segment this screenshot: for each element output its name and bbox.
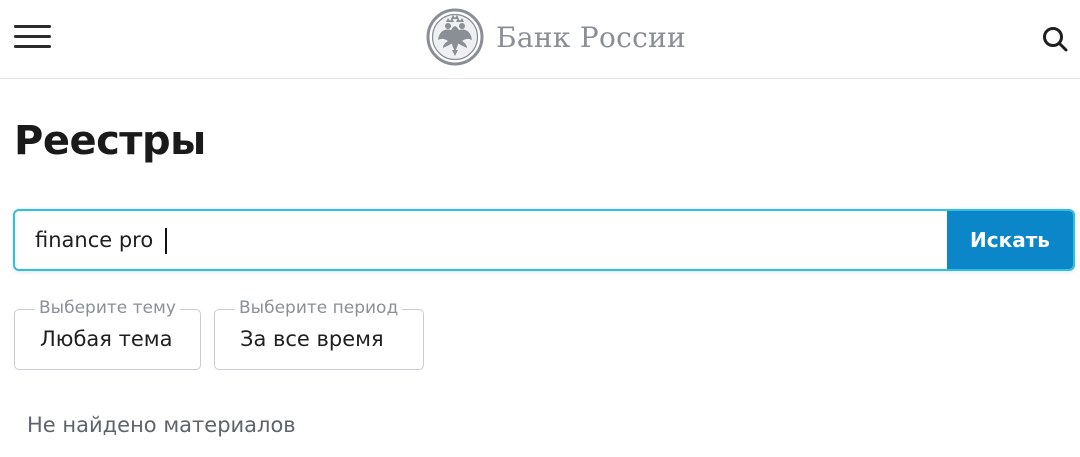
text-caret [165,228,167,254]
search-input[interactable] [15,211,949,269]
double-headed-eagle-emblem-icon [426,8,484,66]
search-submit-button[interactable]: Искать [947,211,1073,269]
topic-select[interactable]: Выберите тему Любая тема [14,298,201,370]
period-select[interactable]: Выберите период За все время [214,298,424,370]
bank-logo[interactable]: Банк России [426,7,686,67]
search-bar: Искать [13,209,1075,271]
hamburger-menu-icon[interactable] [12,22,54,52]
page-title: Реестры [14,118,206,164]
topic-select-value: Любая тема [40,327,173,351]
search-icon[interactable] [1040,24,1070,54]
period-select-label: Выберите период [235,298,403,318]
logo-text: Банк России [496,20,687,54]
period-select-value: За все время [240,327,384,351]
topic-select-label: Выберите тему [35,298,180,318]
site-header: Банк России [0,0,1080,79]
no-results-message: Не найдено материалов [27,413,296,437]
